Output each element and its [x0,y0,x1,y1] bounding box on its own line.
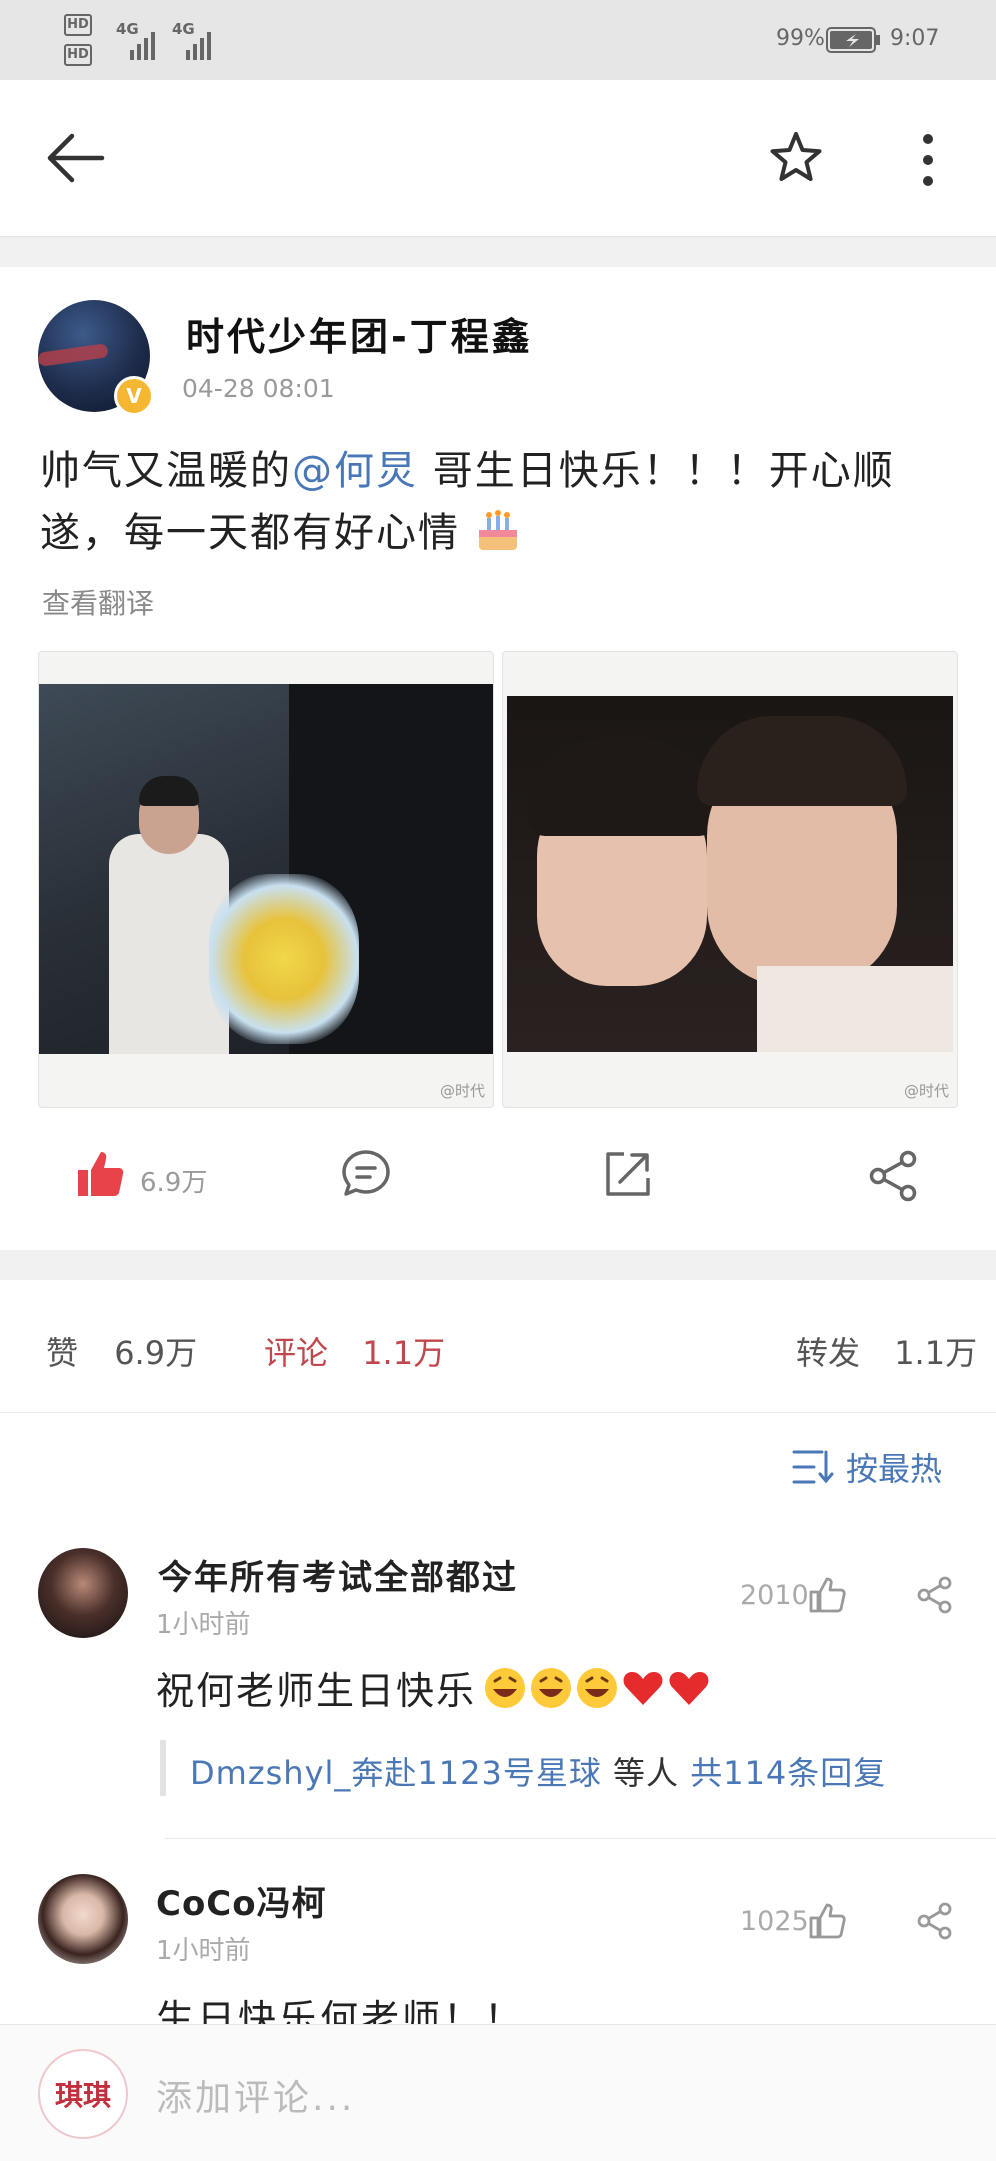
comment-like-count: 2010 [740,1580,809,1611]
emoji-group [482,1665,712,1711]
comment-text-value: 祝何老师生日快乐 [156,1669,477,1713]
more-vertical-icon[interactable] [918,130,938,190]
add-comment-input[interactable]: 添加评论... [156,2069,355,2121]
thumb-up-outline-icon[interactable] [808,1576,846,1614]
comment-like-count: 1025 [740,1906,809,1937]
reply-mid: 等人 [601,1754,691,1792]
thumb-up-outline-icon[interactable] [808,1902,846,1940]
share-icon[interactable] [916,1576,954,1614]
verified-badge-icon: V [114,376,154,416]
divider [0,1250,996,1280]
comment-icon[interactable] [340,1148,392,1200]
comment-time: 1小时前 [156,1936,251,1966]
back-arrow-icon[interactable] [44,130,108,186]
post-photo-1[interactable]: @时代 [38,651,494,1108]
likes-count: 6.9万 [114,1334,198,1372]
commenter-name[interactable]: CoCo冯柯 [156,1876,327,1925]
comment-text: 祝何老师生日快乐 [156,1660,712,1715]
laughing-emoji-icon [485,1667,526,1708]
top-app-bar [0,80,996,237]
sort-icon [792,1450,834,1484]
comments-count: 1.1万 [362,1334,446,1372]
comments-tab[interactable]: 评论 1.1万 [264,1328,445,1374]
avatar-text: 琪琪 [54,2079,111,2112]
image-watermark: @时代 [903,1082,949,1100]
commenter-name[interactable]: 今年所有考试全部都过 [158,1550,518,1599]
reposts-label: 转发 [796,1334,861,1372]
divider [0,1412,996,1413]
like-count: 6.9万 [140,1168,208,1198]
laughing-emoji-icon [577,1667,618,1708]
reply-count[interactable]: 共114条回复 [690,1754,886,1792]
reposts-count: 1.1万 [894,1334,978,1372]
mention-link[interactable]: @何炅 [292,448,418,494]
post-timestamp: 04-28 08:01 [182,374,335,403]
post-text-part: 遂，每一天都有好心情 [40,510,460,556]
hd-badge-2: HD [64,44,92,66]
signal-bars-icon [186,32,211,60]
image-watermark: @时代 [439,1082,485,1100]
commenter-avatar[interactable] [38,1874,128,1964]
signal-bars-icon [130,32,155,60]
post-photo-2[interactable]: @时代 [502,651,958,1108]
post-body: 帅气又温暖的@何炅 哥生日快乐！！！开心顺 遂，每一天都有好心情 [40,440,960,564]
translate-link[interactable]: 查看翻译 [42,582,154,622]
heart-emoji-icon [623,1671,663,1705]
heart-emoji-icon [669,1671,709,1705]
clock: 9:07 [890,26,940,51]
reply-quote-bar [160,1740,166,1796]
post-text-part: 帅气又温暖的 [40,448,292,494]
commenter-avatar[interactable] [38,1548,128,1638]
reposts-tab[interactable]: 转发 1.1万 [796,1328,977,1374]
cake-emoji-icon [475,508,521,554]
battery-percent: 99% [776,26,825,51]
comments-label: 评论 [264,1334,329,1372]
share-icon[interactable] [916,1902,954,1940]
laughing-emoji-icon [531,1667,572,1708]
divider [0,237,996,267]
hd-badge-1: HD [64,14,92,36]
author-name[interactable]: 时代少年团-丁程鑫 [186,306,533,361]
like-thumb-icon[interactable] [74,1148,126,1200]
star-favorite-icon[interactable] [768,130,824,186]
comment-composer: 琪琪 添加评论... [0,2024,996,2161]
battery-icon [826,27,880,53]
my-avatar[interactable]: 琪琪 [38,2049,128,2139]
divider [164,1838,996,1839]
reply-summary[interactable]: Dmzshyl_奔赴1123号星球 等人 共114条回复 [190,1748,886,1794]
sort-label: 按最热 [846,1450,943,1488]
status-bar: HD HD 4G 4G 99% 9:07 [0,0,996,80]
comment-time: 1小时前 [156,1610,251,1640]
likes-label: 赞 [46,1334,79,1372]
reply-user[interactable]: Dmzshyl_奔赴1123号星球 [190,1754,602,1792]
repost-share-icon[interactable] [604,1150,652,1198]
post-text-part: 哥生日快乐！！！开心顺 [418,448,895,494]
share-icon[interactable] [868,1150,920,1202]
likes-tab[interactable]: 赞 6.9万 [46,1328,197,1374]
